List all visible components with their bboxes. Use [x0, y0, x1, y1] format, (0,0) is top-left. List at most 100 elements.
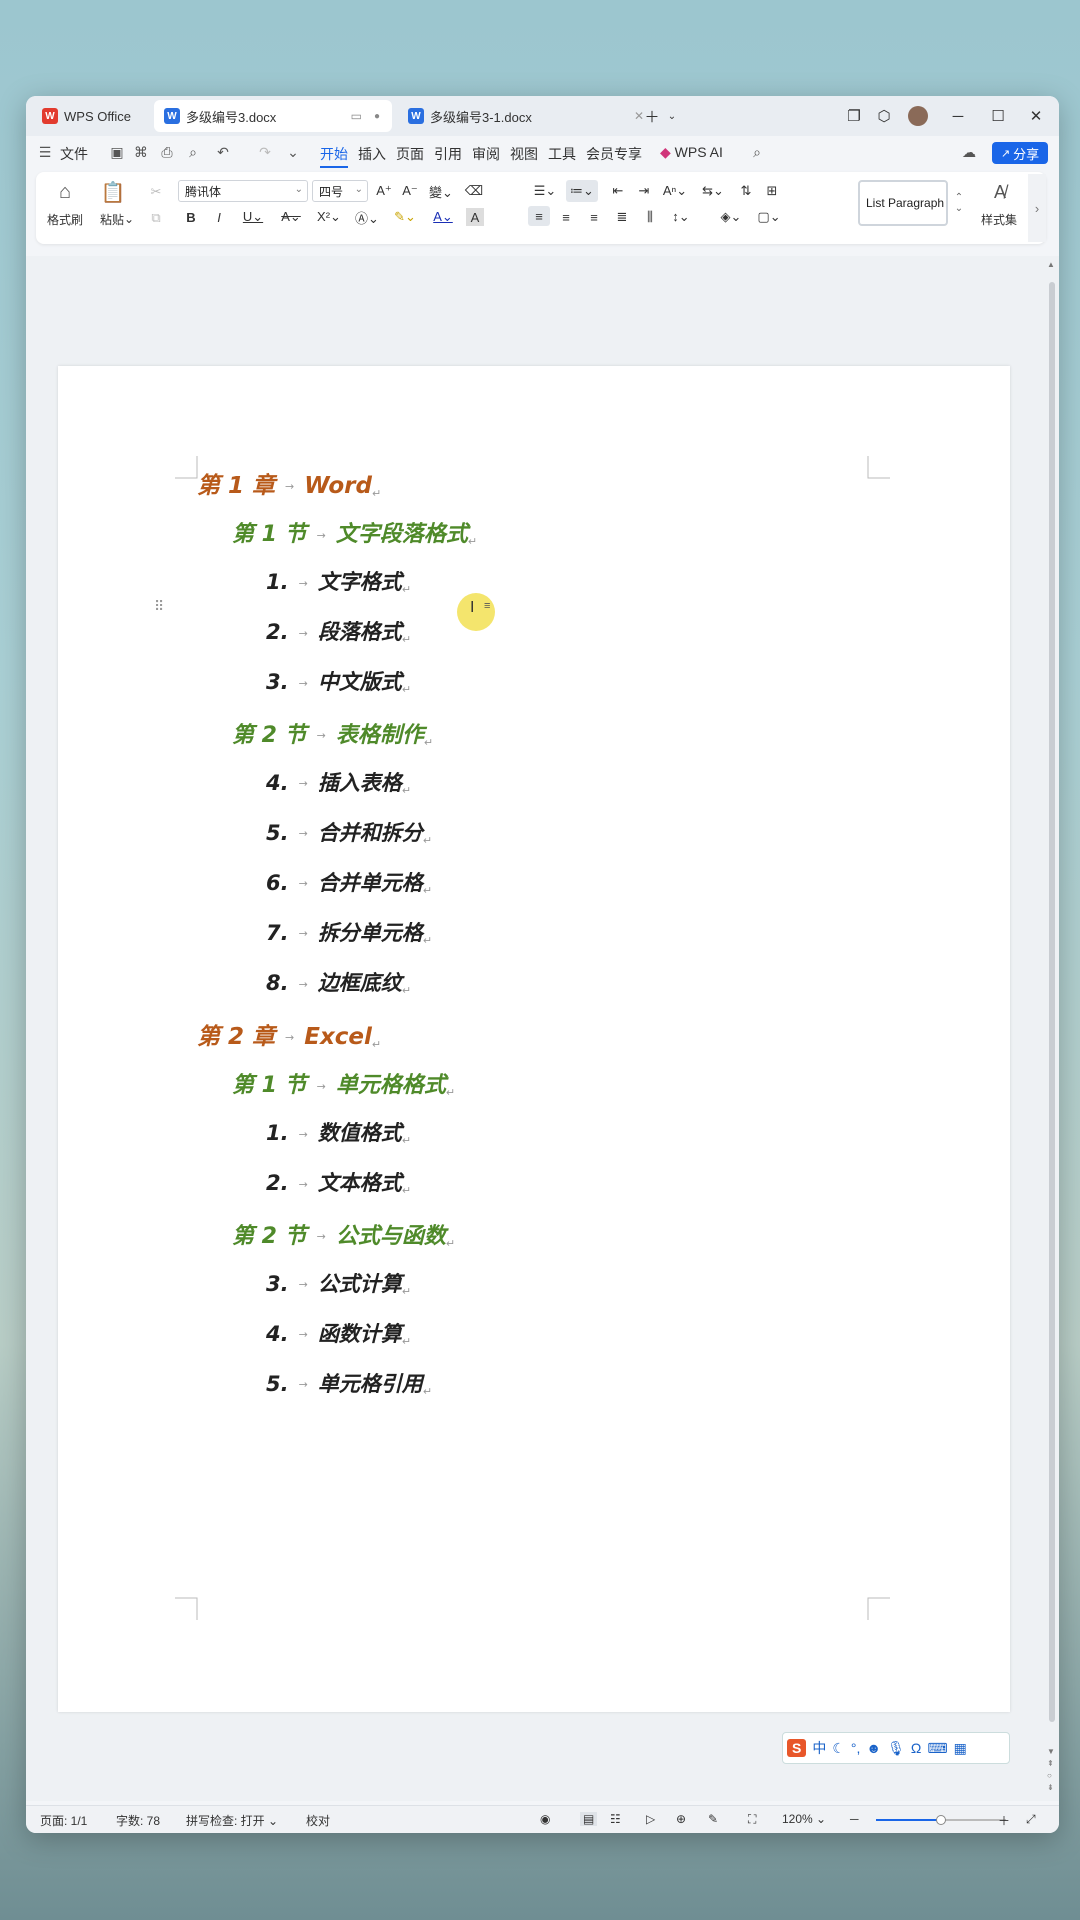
menu-review[interactable]: 审阅	[472, 144, 500, 164]
paste-label[interactable]: 粘贴 ⌄	[94, 210, 140, 228]
distribute-icon[interactable]: ⫼	[640, 208, 660, 226]
superscript-icon[interactable]: X²⌄	[314, 208, 344, 226]
cut-icon[interactable]: ✂	[146, 182, 166, 202]
clear-format-icon[interactable]: ⌫	[464, 182, 484, 200]
list-item[interactable]: 4. → 插入表格↵	[266, 767, 411, 797]
paragraph-format-icon[interactable]: ≡	[484, 600, 490, 612]
scroll-thumb[interactable]	[1049, 282, 1055, 1722]
style-set-icon[interactable]: A̸	[980, 180, 1020, 204]
chapter-heading[interactable]: 第 2 章 → Excel↵	[197, 1017, 381, 1051]
list-item[interactable]: 8. → 边框底纹↵	[266, 967, 411, 997]
chapter-heading[interactable]: 第 1 章 → Word↵	[197, 466, 381, 500]
font-name-select[interactable]: 腾讯体 ⌄	[178, 180, 308, 202]
zoom-select[interactable]: 120% ⌄	[782, 1812, 826, 1826]
highlight-icon[interactable]: ✎⌄	[390, 208, 420, 226]
search-icon[interactable]: ⌕	[748, 143, 766, 161]
menu-insert[interactable]: 插入	[358, 144, 386, 164]
close-window-icon[interactable]: ✕	[1024, 104, 1048, 128]
menu-member[interactable]: 会员专享	[586, 144, 642, 164]
list-item[interactable]: 5. → 单元格引用↵	[266, 1368, 432, 1398]
font-size-select[interactable]: 四号 ⌄	[312, 180, 368, 202]
pen-icon[interactable]: ✎	[708, 1812, 718, 1826]
style-gallery[interactable]: List Paragraph	[858, 180, 948, 226]
list-item[interactable]: 3. → 中文版式↵	[266, 666, 411, 696]
font-color-icon[interactable]: A⌄	[428, 208, 458, 226]
menu-home[interactable]: 开始	[320, 144, 348, 168]
decrease-indent-icon[interactable]: ⇤	[608, 182, 628, 200]
grow-font-icon[interactable]: A⁺	[374, 182, 394, 200]
format-painter-label[interactable]: 格式刷	[42, 210, 88, 228]
align-left-icon[interactable]: ≡	[528, 206, 550, 226]
section-heading[interactable]: 第 1 节 → 文字段落格式↵	[232, 516, 477, 548]
minimize-icon[interactable]: ─	[946, 104, 970, 128]
word-count[interactable]: 字数: 78	[116, 1812, 160, 1829]
page-nav-icons[interactable]: ▼ ⇞ ○ ⇟	[1047, 1746, 1055, 1794]
microphone-icon[interactable]: 🎙	[887, 1740, 905, 1757]
page-count[interactable]: 页面: 1/1	[40, 1812, 87, 1829]
menu-view[interactable]: 视图	[510, 144, 538, 164]
punctuation-icon[interactable]: °,	[851, 1740, 861, 1756]
style-scroll-icon[interactable]: ⌃ ⌄	[952, 180, 966, 226]
list-item[interactable]: 2. → 文本格式↵	[266, 1167, 411, 1197]
style-set-label[interactable]: 样式集	[974, 210, 1024, 228]
keyboard-icon[interactable]: ⌨	[927, 1740, 947, 1757]
tab-wps-office[interactable]: W WPS Office	[32, 100, 150, 132]
cube-icon[interactable]: ⬡	[872, 104, 896, 128]
hamburger-icon[interactable]: ☰	[36, 143, 54, 161]
shading-icon[interactable]: ◈⌄	[716, 208, 746, 226]
proofread-button[interactable]: 校对	[306, 1812, 330, 1829]
list-item[interactable]: 3. → 公式计算↵	[266, 1268, 411, 1298]
text-effect-icon[interactable]: Ⓐ⌄	[352, 208, 382, 226]
link-icon[interactable]: ⌘	[132, 143, 150, 161]
menu-references[interactable]: 引用	[434, 144, 462, 164]
share-button[interactable]: ↗ 分享	[992, 142, 1048, 164]
maximize-icon[interactable]: ☐	[986, 104, 1010, 128]
web-view-icon[interactable]: ⊕	[676, 1812, 686, 1826]
section-heading[interactable]: 第 2 节 → 公式与函数↵	[232, 1218, 455, 1250]
phonetic-icon[interactable]: 變⌄	[426, 182, 456, 200]
align-center-icon[interactable]: ≡	[556, 208, 576, 226]
list-item[interactable]: 4. → 函数计算↵	[266, 1318, 411, 1348]
format-painter-icon[interactable]: ⌂	[50, 180, 80, 204]
vertical-scrollbar[interactable]: ▲ ▼ ⇞ ○ ⇟	[1045, 256, 1059, 1801]
char-shading-icon[interactable]: A	[466, 208, 484, 226]
fit-page-icon[interactable]: ⛶	[748, 1812, 756, 1827]
menu-wps-ai[interactable]: ◆ WPS AI	[660, 144, 723, 161]
menu-tools[interactable]: 工具	[548, 144, 576, 164]
undo-icon[interactable]: ↶	[214, 143, 232, 161]
section-heading[interactable]: 第 2 节 → 表格制作↵	[232, 717, 433, 749]
emoji-icon[interactable]: ☻	[866, 1740, 881, 1756]
scroll-up-icon[interactable]: ▲	[1047, 260, 1055, 269]
borders-icon[interactable]: ▢⌄	[754, 208, 784, 226]
spellcheck-toggle[interactable]: 拼写检查: 打开 ⌄	[186, 1812, 278, 1829]
document-page[interactable]: ⠿ 第 1 章 → Word↵ 第 1 节 → 文字段落格式↵ 1. → 文字格式↵ 2. → 段落格…	[58, 366, 1010, 1712]
increase-indent-icon[interactable]: ⇥	[634, 182, 654, 200]
numbered-list-icon[interactable]: ≔⌄	[566, 180, 598, 202]
zoom-in-icon[interactable]: ＋	[998, 1812, 1010, 1829]
save-icon[interactable]: ▣	[108, 143, 126, 161]
list-item[interactable]: 7. → 拆分单元格↵	[266, 917, 432, 947]
omega-icon[interactable]: Ω	[911, 1740, 921, 1756]
sort-az-icon[interactable]: ⇅	[736, 182, 756, 200]
justify-icon[interactable]: ≣	[612, 208, 632, 226]
bold-icon[interactable]: B	[182, 208, 200, 226]
menu-file[interactable]: 文件	[60, 144, 88, 164]
list-item[interactable]: 2. → 段落格式↵	[266, 616, 411, 646]
shrink-font-icon[interactable]: A⁻	[400, 182, 420, 200]
print-icon[interactable]: ⎙	[158, 143, 176, 161]
list-item[interactable]: 1. → 文字格式↵	[266, 566, 411, 596]
avatar[interactable]	[906, 104, 930, 128]
eye-icon[interactable]: ◉	[540, 1812, 550, 1826]
restore-windows-icon[interactable]: ❐	[842, 104, 866, 128]
ime-language[interactable]: 中	[812, 1738, 826, 1758]
page-view-icon[interactable]: ▤	[580, 1812, 598, 1826]
cloud-upload-icon[interactable]: ☁	[960, 143, 978, 161]
text-direction-icon[interactable]: Aⁿ⌄	[660, 182, 690, 200]
list-item[interactable]: 6. → 合并单元格↵	[266, 867, 432, 897]
moon-icon[interactable]: ☾	[832, 1740, 845, 1757]
align-right-icon[interactable]: ≡	[584, 208, 604, 226]
zoom-slider[interactable]	[876, 1815, 1006, 1825]
underline-icon[interactable]: U⌄	[238, 208, 268, 226]
menu-page[interactable]: 页面	[396, 144, 424, 164]
outline-view-icon[interactable]: ☷	[610, 1812, 621, 1826]
